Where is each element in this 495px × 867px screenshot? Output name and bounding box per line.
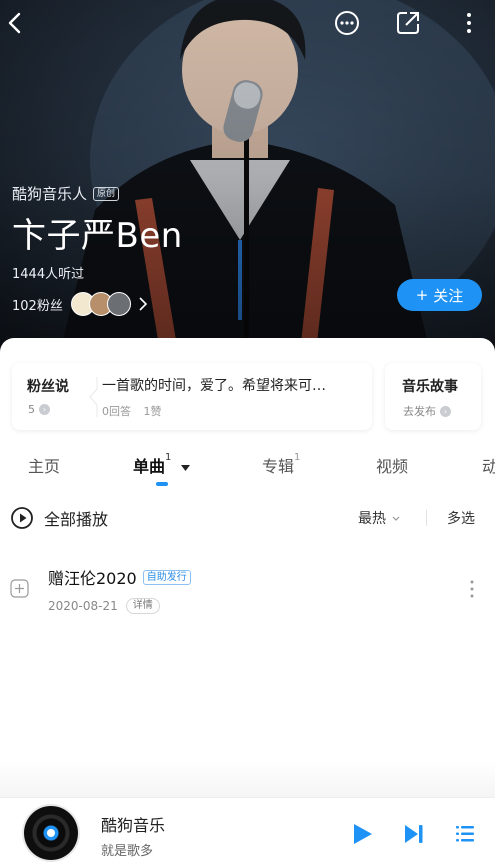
playlist-icon[interactable] [455,824,475,844]
fans-talk-count: 5 › [28,403,50,416]
mini-player[interactable]: 酷狗音乐 就是歌多 [0,797,495,867]
fans-talk-title: 粉丝说 [27,379,69,395]
share-icon[interactable] [395,10,421,36]
more-vertical-icon[interactable] [465,12,473,34]
add-to-playlist-icon[interactable] [10,579,29,598]
music-story-title: 音乐故事 [402,379,458,395]
fans-talk-card[interactable]: 粉丝说 5 › 一首歌的时间，爱了。希望将来可… 0回答 1赞 [12,363,372,430]
back-arrow-icon[interactable] [7,12,23,34]
multi-select-button[interactable]: 多选 [447,508,475,528]
follow-button[interactable]: + 关注 [397,279,482,311]
chevron-down-icon [392,516,400,521]
artist-label: 酷狗音乐人 原创 [12,183,120,204]
song-meta: 2020-08-21 详情 [48,598,160,614]
plus-icon: + [415,286,429,304]
song-more-icon[interactable] [469,580,475,598]
music-story-card[interactable]: 音乐故事 去发布 › [385,363,481,430]
play-circle-icon [11,507,33,529]
tab-albums-label: 专辑 [262,457,295,476]
chevron-right-icon: › [440,405,451,417]
tab-videos-label: 视频 [376,457,409,476]
artist-name: 卞子严Ben [12,216,183,256]
music-story-sub: 去发布 › [403,403,451,419]
player-title: 酷狗音乐 [101,816,166,835]
sort-dropdown[interactable]: 最热 [358,508,400,528]
tab-home-label: 主页 [28,457,61,476]
fans-row[interactable]: 102粉丝 [12,292,147,316]
likes-count: 1赞 [143,405,162,418]
list-bottom-fade [0,760,495,797]
song-title-row[interactable]: 赠汪伦2020 自助发行 [48,565,191,589]
follow-label: 关注 [433,286,464,305]
tab-albums[interactable]: 专辑1 [262,452,301,477]
play-icon[interactable] [352,822,374,846]
play-all-label: 全部播放 [44,510,109,529]
song-title: 赠汪伦2020 [48,569,137,588]
fan-avatars [70,292,131,316]
tab-moments[interactable]: 动 [482,453,495,477]
tab-home[interactable]: 主页 [28,453,60,477]
player-subtitle: 就是歌多 [101,844,154,859]
tab-singles-label: 单曲 [133,457,166,476]
tab-indicator [156,482,168,486]
fans-count: 102粉丝 [12,298,63,314]
fans-talk-count-value: 5 [28,403,35,416]
tab-albums-count: 1 [294,452,301,463]
caret-down-icon [180,464,190,471]
chat-bubble-icon[interactable] [334,10,360,36]
listen-count: 1444人听过 [12,267,85,282]
chevron-right-icon: › [39,404,50,415]
sort-label: 最热 [358,511,386,527]
divider [426,510,427,526]
fans-talk-quote: 一首歌的时间，爱了。希望将来可… [102,378,326,394]
tab-videos[interactable]: 视频 [376,453,408,477]
tab-moments-label: 动 [482,457,495,476]
avatar [106,292,131,316]
chevron-right-icon [139,297,147,311]
quote-arrow-icon [89,377,98,417]
next-track-icon[interactable] [403,823,425,845]
artist-label-text: 酷狗音乐人 [12,185,88,203]
fans-talk-stats: 0回答 1赞 [102,403,171,419]
song-detail-button[interactable]: 详情 [125,598,160,614]
self-release-tag: 自助发行 [142,569,191,585]
music-story-publish: 去发布 [403,405,436,418]
tab-bar: 主页 单曲1 专辑1 视频 动 [0,452,495,488]
tab-singles-count: 1 [165,452,172,463]
tab-singles[interactable]: 单曲1 [133,452,190,477]
answers-count: 0回答 [102,405,131,418]
song-date: 2020-08-21 [48,599,118,613]
original-tag: 原创 [93,186,120,201]
album-disc[interactable] [24,806,78,860]
play-all-button[interactable]: 全部播放 [10,506,108,530]
